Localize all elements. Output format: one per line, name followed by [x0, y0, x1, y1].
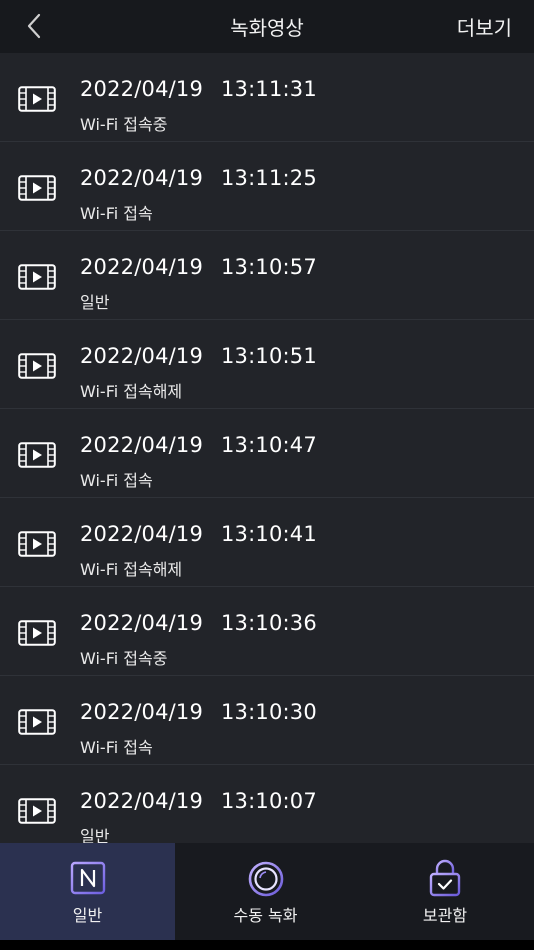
- recording-datetime: 2022/04/19 13:10:30: [80, 700, 317, 724]
- bottom-tab-bar: 일반 수동 녹화 보관함: [0, 843, 534, 940]
- recording-row[interactable]: 2022/04/19 13:11:31 Wi-Fi 접속중: [0, 53, 534, 142]
- recording-datetime: 2022/04/19 13:11:31: [80, 77, 317, 101]
- recording-datetime: 2022/04/19 13:11:25: [80, 166, 317, 190]
- recording-datetime: 2022/04/19 13:10:36: [80, 611, 317, 635]
- lock-storage-icon: [429, 859, 461, 897]
- recording-date: 2022/04/19: [80, 166, 204, 190]
- recording-time: 13:10:30: [221, 700, 317, 724]
- manual-record-icon: [248, 861, 283, 897]
- recording-status: Wi-Fi 접속해제: [80, 560, 183, 579]
- tab-label: 일반: [72, 906, 103, 925]
- video-file-icon: [18, 709, 56, 735]
- recording-time: 13:11:25: [221, 166, 317, 190]
- recording-row[interactable]: 2022/04/19 13:10:36 Wi-Fi 접속중: [0, 587, 534, 676]
- recording-time: 13:10:36: [221, 611, 317, 635]
- tab-normal[interactable]: 일반: [0, 843, 175, 940]
- recording-date: 2022/04/19: [80, 433, 204, 457]
- recording-datetime: 2022/04/19 13:10:07: [80, 789, 317, 813]
- recording-row[interactable]: 2022/04/19 13:10:57 일반: [0, 231, 534, 320]
- recording-list[interactable]: 2022/04/19 13:11:31 Wi-Fi 접속중 2022/04/19 1…: [0, 53, 534, 843]
- recording-status: Wi-Fi 접속: [80, 738, 153, 757]
- recording-time: 13:10:51: [221, 344, 317, 368]
- recording-row[interactable]: 2022/04/19 13:10:30 Wi-Fi 접속: [0, 676, 534, 765]
- video-file-icon: [18, 531, 56, 557]
- tab-storage[interactable]: 보관함: [356, 843, 534, 940]
- recording-time: 13:10:57: [221, 255, 317, 279]
- video-file-icon: [18, 86, 56, 112]
- recording-row[interactable]: 2022/04/19 13:10:47 Wi-Fi 접속: [0, 409, 534, 498]
- recording-time: 13:10:07: [221, 789, 317, 813]
- recordings-screen: 녹화영상 더보기 2022/04/19 13:11:31 Wi-Fi 접속중 2…: [0, 0, 534, 950]
- top-bar: 녹화영상 더보기: [0, 0, 534, 53]
- recording-time: 13:11:31: [221, 77, 317, 101]
- page-title: 녹화영상: [230, 16, 304, 40]
- recording-status: Wi-Fi 접속중: [80, 649, 168, 668]
- recording-status: Wi-Fi 접속중: [80, 115, 168, 134]
- tab-manual-record[interactable]: 수동 녹화: [175, 843, 356, 940]
- recording-time: 13:10:41: [221, 522, 317, 546]
- recording-datetime: 2022/04/19 13:10:51: [80, 344, 317, 368]
- recording-date: 2022/04/19: [80, 789, 204, 813]
- recording-time: 13:10:47: [221, 433, 317, 457]
- recording-date: 2022/04/19: [80, 77, 204, 101]
- recording-status: Wi-Fi 접속해제: [80, 382, 183, 401]
- recording-row[interactable]: 2022/04/19 13:11:25 Wi-Fi 접속: [0, 142, 534, 231]
- video-file-icon: [18, 620, 56, 646]
- recording-datetime: 2022/04/19 13:10:47: [80, 433, 317, 457]
- recording-row[interactable]: 2022/04/19 13:10:41 Wi-Fi 접속해제: [0, 498, 534, 587]
- tab-label: 보관함: [422, 906, 468, 925]
- recording-date: 2022/04/19: [80, 344, 204, 368]
- tab-label: 수동 녹화: [233, 906, 298, 925]
- recording-date: 2022/04/19: [80, 700, 204, 724]
- recording-datetime: 2022/04/19 13:10:41: [80, 522, 317, 546]
- normal-n-icon: [70, 861, 105, 895]
- recording-status: Wi-Fi 접속: [80, 204, 153, 223]
- video-file-icon: [18, 264, 56, 290]
- recording-datetime: 2022/04/19 13:10:57: [80, 255, 317, 279]
- video-file-icon: [18, 175, 56, 201]
- recording-date: 2022/04/19: [80, 255, 204, 279]
- home-indicator-area: [0, 940, 534, 950]
- recording-date: 2022/04/19: [80, 611, 204, 635]
- recording-row[interactable]: 2022/04/19 13:10:51 Wi-Fi 접속해제: [0, 320, 534, 409]
- recording-status: 일반: [80, 827, 110, 843]
- recording-date: 2022/04/19: [80, 522, 204, 546]
- recording-status: Wi-Fi 접속: [80, 471, 153, 490]
- recording-row[interactable]: 2022/04/19 13:10:07 일반: [0, 765, 534, 843]
- video-file-icon: [18, 442, 56, 468]
- video-file-icon: [18, 353, 56, 379]
- video-file-icon: [18, 798, 56, 824]
- recording-status: 일반: [80, 293, 110, 312]
- more-button[interactable]: 더보기: [457, 12, 512, 41]
